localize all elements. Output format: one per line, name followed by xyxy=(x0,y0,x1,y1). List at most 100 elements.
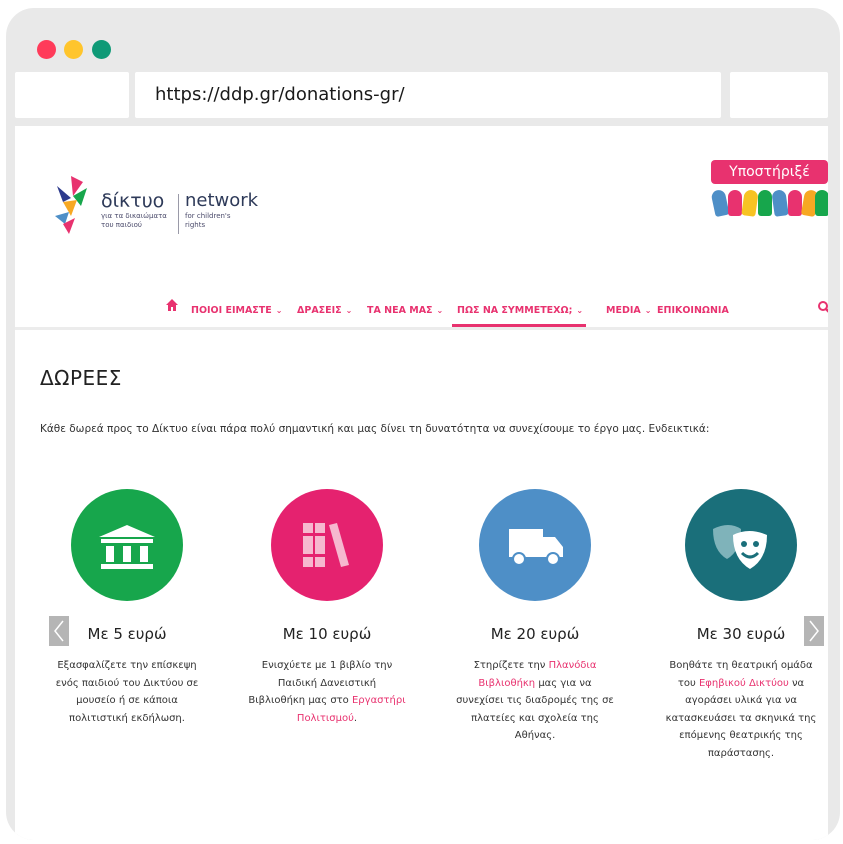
hand-icon xyxy=(728,190,742,216)
description-line: Βιβλιοθήκη μας στο Εργαστήρι xyxy=(237,692,417,710)
nav-item-label: MEDIA xyxy=(606,305,641,316)
description-line: Πολιτισμού. xyxy=(237,710,417,728)
books-icon-graphic xyxy=(303,523,349,567)
workshop-link[interactable]: Πολιτισμού xyxy=(297,713,354,724)
hand-icon xyxy=(741,189,759,217)
nav-item-label: ΤΑ ΝΕΑ ΜΑΣ xyxy=(367,305,433,316)
nav-item-media[interactable]: MEDIA ⌄ xyxy=(606,305,651,316)
home-icon[interactable] xyxy=(165,298,179,312)
toolbar-right-box[interactable] xyxy=(730,72,828,118)
donation-card: Με 30 ευρώ Βοηθάτε τη θεατρική ομάδα του… xyxy=(651,489,828,762)
nav-item-label: ΠΟΙΟΙ ΕΙΜΑΣΤΕ xyxy=(191,305,272,316)
logo-subtitle-line: του παιδιού xyxy=(101,221,142,229)
donation-card: Με 5 ευρώ Εξασφαλίζετε την επίσκεψη ενός… xyxy=(37,489,217,727)
hand-icon xyxy=(771,189,789,217)
nav-divider xyxy=(15,327,828,330)
nav-item-participate[interactable]: ΠΩΣ ΝΑ ΣΥΜΜΕΤΕΧΩ; ⌄ xyxy=(457,305,583,316)
logo-subtitle-line: για τα δικαιώματα xyxy=(101,212,167,220)
maximize-window-dot[interactable] xyxy=(92,40,111,59)
hand-icon xyxy=(788,190,802,216)
description-line: ενός παιδιού του Δικτύου σε xyxy=(55,677,199,689)
chevron-down-icon: ⌄ xyxy=(576,306,584,315)
logo-text-diktyo: δίκτυο xyxy=(101,190,165,212)
logo-icon[interactable] xyxy=(53,172,93,240)
donation-description: Ενισχύετε με 1 βιβλίο την Παιδική Δανεισ… xyxy=(237,657,417,727)
description-line: Στηρίζετε την Πλανόδια xyxy=(445,657,625,675)
nav-active-indicator xyxy=(452,324,586,327)
workshop-link[interactable]: Εργαστήρι xyxy=(352,695,406,706)
web-page: δίκτυο για τα δικαιώματα του παιδιού net… xyxy=(15,126,828,840)
address-bar[interactable]: https://ddp.gr/donations-gr/ xyxy=(135,72,721,118)
description-line: Εξασφαλίζετε την επίσκεψη xyxy=(57,660,197,671)
minimize-window-dot[interactable] xyxy=(64,40,83,59)
description-line: Βιβλιοθήκη μας για να xyxy=(445,675,625,693)
description-line: Ενισχύετε με 1 βιβλίο την xyxy=(261,660,393,671)
description-line: Αθήνας. xyxy=(514,730,556,741)
mobile-library-link[interactable]: Βιβλιοθήκη xyxy=(478,678,535,689)
theater-masks-icon-graphic xyxy=(713,525,767,569)
donation-amount: Με 30 ευρώ xyxy=(696,625,786,643)
donation-amount: Με 20 ευρώ xyxy=(490,625,580,643)
description-line: πλατείες και σχολεία της xyxy=(471,712,599,724)
hand-icon xyxy=(758,190,772,216)
hand-icon xyxy=(710,188,730,218)
nav-item-who-we-are[interactable]: ΠΟΙΟΙ ΕΙΜΑΣΤΕ ⌄ xyxy=(191,305,282,316)
donation-description: Εξασφαλίζετε την επίσκεψη ενός παιδιού τ… xyxy=(37,657,217,727)
toolbar-left-box[interactable] xyxy=(15,72,129,118)
support-us-banner[interactable]: Υποστήριξέ μας! xyxy=(710,160,828,218)
logo-text-network: network xyxy=(185,190,259,211)
close-window-dot[interactable] xyxy=(37,40,56,59)
nav-item-contact[interactable]: ΕΠΙΚΟΙΝΩΝΙΑ xyxy=(657,305,729,316)
support-us-label: Υποστήριξέ μας! xyxy=(711,160,828,204)
donation-card: Με 10 ευρώ Ενισχύετε με 1 βιβλίο την Παι… xyxy=(237,489,417,727)
description-text: Βιβλιοθήκη μας στο xyxy=(248,695,352,706)
description-text: να xyxy=(788,677,805,689)
youth-network-link[interactable]: Εφηβικού Δικτύου xyxy=(699,678,789,689)
nav-item-label: ΔΡΑΣΕΙΣ xyxy=(297,305,342,316)
theater-masks-icon xyxy=(685,489,797,601)
chevron-down-icon: ⌄ xyxy=(275,306,283,315)
description-line: πολιτιστική εκδήλωση. xyxy=(69,712,185,724)
search-icon[interactable] xyxy=(817,300,828,316)
description-line: Παιδική Δανειστική xyxy=(277,677,377,689)
nav-item-label: ΠΩΣ ΝΑ ΣΥΜΜΕΤΕΧΩ; xyxy=(457,305,573,316)
description-line: αγοράσει υλικά για να xyxy=(685,695,797,706)
donation-amount: Με 10 ευρώ xyxy=(282,625,372,643)
page-title: ΔΩΡΕΕΣ xyxy=(40,366,122,390)
chevron-down-icon: ⌄ xyxy=(436,306,444,315)
description-text: του xyxy=(677,677,699,689)
logo-subtitle-en: for children's rights xyxy=(185,212,231,230)
description-line: επόμενης θεατρικής της xyxy=(679,730,803,741)
museum-icon xyxy=(71,489,183,601)
donation-description: Στηρίζετε την Πλανόδια Βιβλιοθήκη μας γι… xyxy=(445,657,625,745)
description-text: Στηρίζετε την xyxy=(473,660,549,671)
nav-item-actions[interactable]: ΔΡΑΣΕΙΣ ⌄ xyxy=(297,305,352,316)
donation-description: Βοηθάτε τη θεατρική ομάδα του Εφηβικού Δ… xyxy=(651,657,828,762)
url-text: https://ddp.gr/donations-gr/ xyxy=(155,84,405,105)
description-line: συνεχίσει τις διαδρομές της σε xyxy=(456,695,614,706)
description-line: παράστασης. xyxy=(707,747,775,759)
description-line: Βοηθάτε τη θεατρική ομάδα xyxy=(669,660,813,671)
books-icon xyxy=(271,489,383,601)
truck-icon xyxy=(479,489,591,601)
logo-subtitle-line: rights xyxy=(185,221,206,229)
intro-text: Κάθε δωρεά προς το Δίκτυο είναι πάρα πολ… xyxy=(40,423,710,435)
hand-icon xyxy=(815,190,828,216)
museum-icon-graphic xyxy=(99,525,155,569)
description-line: κατασκευάσει τα σκηνικά της xyxy=(665,712,817,724)
nav-item-label: ΕΠΙΚΟΙΝΩΝΙΑ xyxy=(657,305,729,316)
description-line: του Εφηβικού Δικτύου να xyxy=(651,675,828,693)
logo-subtitle-line: for children's xyxy=(185,212,231,220)
donation-card: Με 20 ευρώ Στηρίζετε την Πλανόδια Βιβλιο… xyxy=(445,489,625,745)
description-line: μουσείο ή σε κάποια xyxy=(76,695,178,706)
logo-divider xyxy=(178,194,179,234)
chevron-down-icon: ⌄ xyxy=(644,306,652,315)
chevron-down-icon: ⌄ xyxy=(345,306,353,315)
description-text: . xyxy=(353,712,358,724)
nav-item-news[interactable]: ΤΑ ΝΕΑ ΜΑΣ ⌄ xyxy=(367,305,443,316)
description-text: μας για να xyxy=(535,677,592,689)
donation-amount: Με 5 ευρώ xyxy=(87,625,167,643)
truck-icon-graphic xyxy=(509,529,563,566)
mobile-library-link[interactable]: Πλανόδια xyxy=(549,660,597,671)
logo-subtitle-gr: για τα δικαιώματα του παιδιού xyxy=(101,212,167,230)
